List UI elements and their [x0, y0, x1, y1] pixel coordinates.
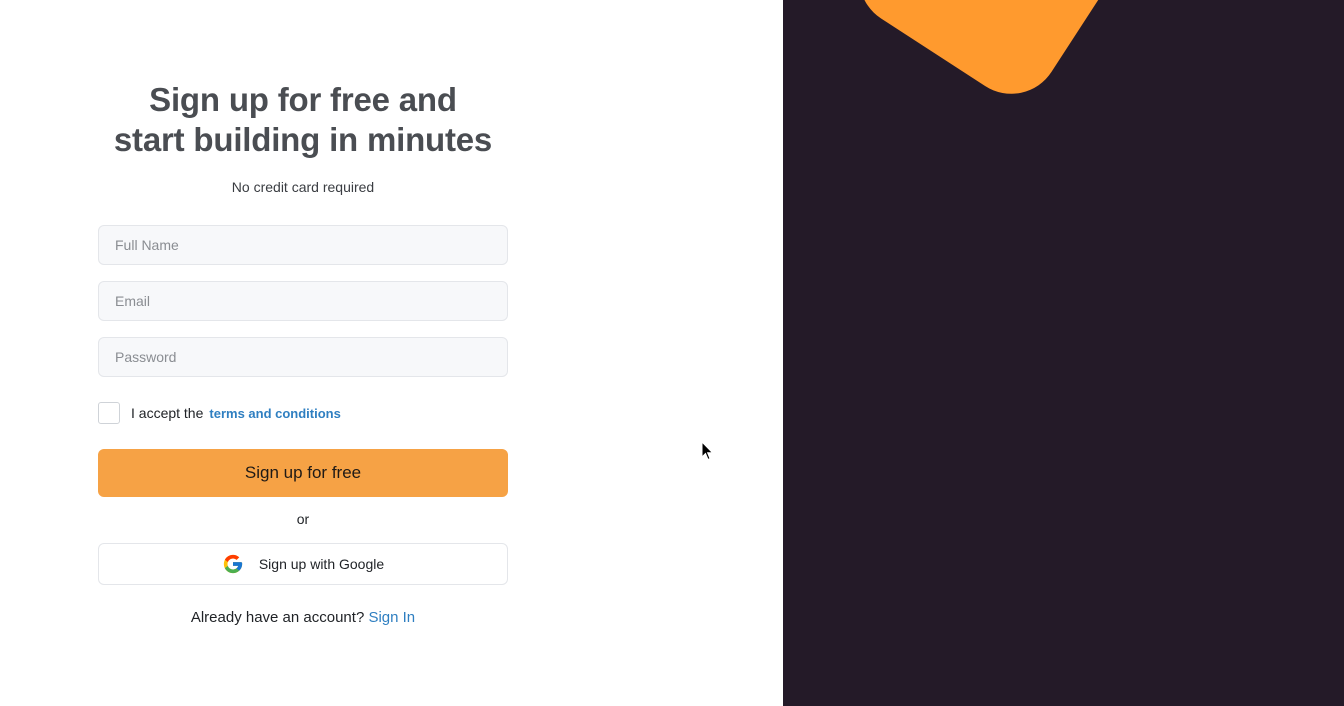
signup-page: Sign up for free and start building in m… — [0, 0, 1344, 706]
page-title: Sign up for free and start building in m… — [98, 80, 508, 160]
page-title-line1: Sign up for free and — [149, 81, 457, 118]
decorative-panel — [783, 0, 1344, 706]
google-sign-up-button[interactable]: Sign up with Google — [98, 543, 508, 585]
signin-prompt: Already have an account? — [190, 609, 365, 626]
email-input[interactable] — [98, 281, 508, 321]
no-credit-card-note: No credit card required — [231, 179, 375, 195]
terms-link[interactable]: terms and conditions — [209, 406, 340, 421]
signup-panel: Sign up for free and start building in m… — [0, 0, 783, 706]
google-button-label: Sign up with Google — [258, 556, 385, 572]
signin-row: Already have an account? Sign In — [98, 609, 508, 626]
mouse-pointer-icon — [701, 441, 714, 461]
sign-in-link[interactable]: Sign In — [368, 609, 415, 626]
terms-checkbox[interactable] — [98, 402, 120, 424]
google-icon — [223, 554, 243, 574]
terms-row: I accept the terms and conditions — [98, 401, 341, 425]
or-divider: or — [296, 511, 310, 527]
page-title-line2: start building in minutes — [113, 121, 493, 158]
password-input[interactable] — [98, 337, 508, 377]
decorative-orange-shape — [840, 0, 1146, 113]
sign-up-button[interactable]: Sign up for free — [98, 449, 508, 497]
full-name-input[interactable] — [98, 225, 508, 265]
terms-label: I accept the — [131, 405, 204, 421]
